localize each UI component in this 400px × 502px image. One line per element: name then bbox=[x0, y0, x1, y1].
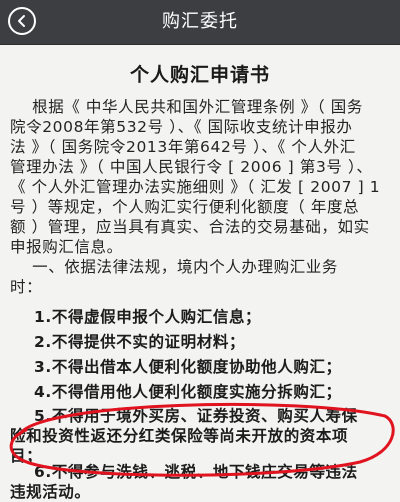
rule-item-2: 2.不得提供不实的证明材料； bbox=[10, 333, 246, 351]
intro-line: 额 ）管理，应当具有真实、合法的交易基础，如实 bbox=[10, 218, 370, 236]
rule-item-6: 违规活动。 bbox=[10, 483, 91, 501]
rule-item-4: 4.不得借用他人便利化额度实施分拆购汇； bbox=[10, 383, 342, 401]
intro-line: 《 个人外汇管理办法实施细则 》（ 汇发 [ 2007 ] 1 bbox=[10, 178, 381, 196]
rule-item-1: 1.不得虚假申报个人购汇信息； bbox=[10, 308, 262, 326]
section-heading: 一、依据法律法规，境内个人办理购汇业务 bbox=[10, 258, 339, 276]
rule-item-3: 3.不得出借本人便利化额度协助他人购汇； bbox=[10, 358, 342, 376]
intro-line: 院令2008年第532号 ）、《 国际收支统计申报办 bbox=[10, 118, 353, 136]
intro-line: 法 》（ 国务院令2013年第642号 ）、《 个人外汇 bbox=[10, 138, 356, 156]
section-heading: 时： bbox=[10, 278, 43, 296]
nav-title: 购汇委托 bbox=[162, 11, 238, 32]
document-title: 个人购汇申请书 bbox=[129, 64, 270, 86]
rule-item-5: 5.不得用于境外买房、证券投资、购买人寿保 bbox=[10, 407, 358, 425]
intro-line: 申报购汇信息。 bbox=[10, 238, 123, 256]
rule-item-6: 6.不得参与洗钱、逃税、地下钱庄交易等违法 bbox=[10, 463, 358, 481]
document-content: 个人购汇申请书 根据《 中华人民共和国外汇管理条例 》（ 国务 院令2008年第… bbox=[0, 44, 400, 501]
intro-line: 管理办法 》（ 中国人民银行令 [ 2006 ] 第3号 ）、 bbox=[10, 158, 373, 176]
intro-line: 根据《 中华人民共和国外汇管理条例 》（ 国务 bbox=[10, 98, 363, 116]
top-nav-bar: 购汇委托 bbox=[0, 0, 400, 45]
intro-line: 号 ）等规定，个人购汇实行便利化额度（ 年度总 bbox=[10, 198, 360, 216]
rule-item-5: 险和投资性返还分红类保险等尚未开放的资本项 bbox=[10, 427, 349, 445]
